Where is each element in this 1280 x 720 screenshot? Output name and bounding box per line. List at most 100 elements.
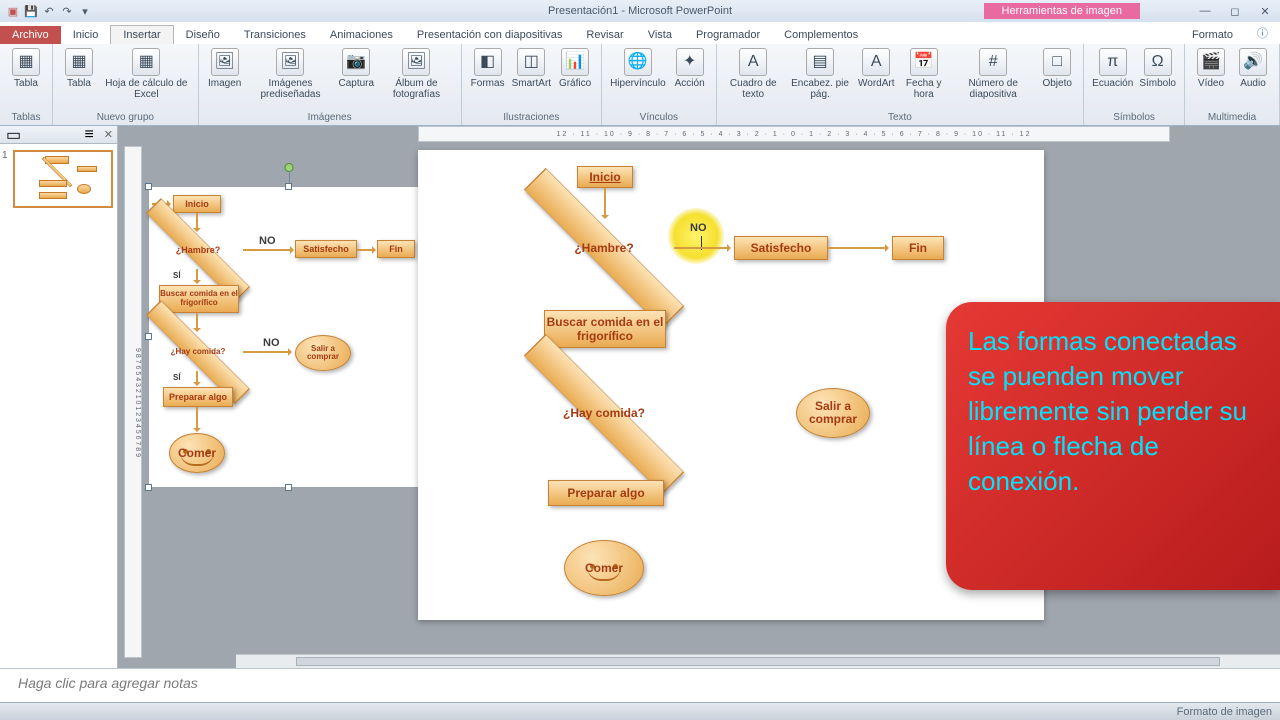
ribbon-button[interactable]: □Objeto [1037,46,1077,102]
ribbon-button[interactable]: 🔊Audio [1233,46,1273,91]
ribbon-button[interactable]: ◧Formas [468,46,508,91]
tab-programador[interactable]: Programador [684,26,772,44]
shape-satisfecho[interactable]: Satisfecho [734,236,828,260]
redo-icon[interactable]: ↷ [60,4,74,18]
ribbon-button[interactable]: 🖼Álbum de fotografías [378,46,454,102]
ribbon-button[interactable]: 🎬Vídeo [1191,46,1231,91]
ribbon-button-label: Formas [471,78,505,89]
ribbon-button-label: Imagen [208,78,241,89]
tab-revisar[interactable]: Revisar [574,26,635,44]
ribbon-group: πEcuaciónΩSímbolo Símbolos [1084,44,1185,125]
ribbon-group: 🎬Vídeo🔊AudioMultimedia [1185,44,1280,125]
save-icon[interactable]: 💾 [24,4,38,18]
ribbon-button[interactable]: ◫SmartArt [510,46,553,91]
label-no-sm: NO [259,235,276,247]
ribbon-icon: # [979,48,1007,76]
ribbon-button[interactable]: ✦Acción [670,46,710,91]
slides-tab-icon[interactable]: ▭ [0,125,27,145]
ribbon-group-label: Símbolos [1113,112,1155,125]
ribbon-button-label: Captura [339,78,375,89]
ribbon-icon: 🎬 [1197,48,1225,76]
shape-buscar-sm[interactable]: Buscar comida en el frigorífico [159,285,239,313]
maximize-button[interactable]: ◻ [1224,5,1246,18]
ribbon-icon: 🔊 [1239,48,1267,76]
ribbon-button[interactable]: 📅Fecha y hora [898,46,949,102]
powerpoint-icon: ▣ [6,4,20,18]
ribbon-group-label: Tablas [12,112,41,125]
ribbon-button[interactable]: ▤Encabez. pie pág. [786,46,854,102]
shape-inicio[interactable]: Inicio [577,166,633,188]
ribbon-button[interactable]: 🖼Imagen [205,46,245,102]
scrollbar-thumb[interactable] [296,657,1220,666]
shape-preparar-sm[interactable]: Preparar algo [163,387,233,407]
title-bar: ▣ 💾 ↶ ↷ ▾ Presentación1 - Microsoft Powe… [0,0,1280,22]
tab-transiciones[interactable]: Transiciones [232,26,318,44]
slide-thumbnail-1[interactable] [13,150,113,208]
ribbon-button[interactable]: ▦Tabla [59,46,99,102]
resize-handle-nw[interactable] [145,183,152,190]
ribbon-button[interactable]: 📊Gráfico [555,46,595,91]
ribbon-button[interactable]: ACuadro de texto [723,46,784,102]
ribbon-button[interactable]: 🌐Hipervínculo [608,46,668,91]
shape-hambre-sm[interactable]: ¿Hambre? [153,231,243,269]
tab-formato[interactable]: Formato [1180,26,1245,44]
close-panel-icon[interactable]: ✕ [100,128,117,141]
slide-number: 1 [0,144,10,214]
shape-fin-sm[interactable]: Fin [377,240,415,258]
tab-diseno[interactable]: Diseño [174,26,232,44]
shape-preparar[interactable]: Preparar algo [548,480,664,506]
ribbon-help-icon[interactable]: ⓘ [1245,22,1280,44]
selected-group-frame[interactable]: Inicio ¿Hambre? NO Satisfecho Fin SÍ Bus… [148,186,430,488]
ribbon-button[interactable]: ▦Hoja de cálculo de Excel [101,46,192,102]
ribbon-group: 🖼Imagen🖼Imágenes prediseñadas📷Captura🖼Ál… [199,44,462,125]
minimize-button[interactable]: — [1194,5,1216,18]
ribbon-group: ▦Tabla▦Hoja de cálculo de ExcelNuevo gru… [53,44,199,125]
shape-salir[interactable]: Salir a comprar [796,388,870,438]
tab-inicio[interactable]: Inicio [61,26,111,44]
notes-pane[interactable]: Haga clic para agregar notas [0,668,1280,702]
resize-handle-s[interactable] [285,484,292,491]
ribbon-button[interactable]: #Número de diapositiva [951,46,1035,102]
shape-hambre[interactable]: ¿Hambre? [534,220,674,276]
ribbon-icon: ▦ [12,48,40,76]
shape-hay-sm[interactable]: ¿Hay comida? [153,333,243,371]
ribbon-button-label: Gráfico [559,78,591,89]
ribbon-button-label: Encabez. pie pág. [788,78,852,100]
resize-handle-n[interactable] [285,183,292,190]
shape-comer[interactable]: Comer [564,540,644,596]
shape-buscar[interactable]: Buscar comida en el frigorífico [544,310,666,348]
ribbon-group: ACuadro de texto▤Encabez. pie pág.AWordA… [717,44,1085,125]
tab-animaciones[interactable]: Animaciones [318,26,405,44]
resize-handle-w[interactable] [145,333,152,340]
slide-thumbnails-panel: ▭ ≡ ✕ 1 [0,126,118,668]
qat-dropdown-icon[interactable]: ▾ [78,4,92,18]
shape-comer-sm[interactable]: Comer [169,433,225,473]
shape-salir-sm[interactable]: Salir a comprar [295,335,351,371]
shape-fin[interactable]: Fin [892,236,944,260]
tab-file[interactable]: Archivo [0,26,61,44]
ribbon-button[interactable]: ▦Tabla [6,46,46,91]
ribbon-button-label: Hoja de cálculo de Excel [103,78,190,100]
ribbon-button[interactable]: 📷Captura [336,46,376,102]
tab-insertar[interactable]: Insertar [110,25,173,44]
connector [357,249,375,251]
undo-icon[interactable]: ↶ [42,4,56,18]
tab-vista[interactable]: Vista [636,26,684,44]
tab-complementos[interactable]: Complementos [772,26,870,44]
resize-handle-sw[interactable] [145,484,152,491]
ribbon-button[interactable]: 🖼Imágenes prediseñadas [247,46,335,102]
connector [196,269,198,283]
close-button[interactable]: ✕ [1254,5,1276,18]
shape-hay[interactable]: ¿Hay comida? [534,386,674,442]
outline-tab-icon[interactable]: ≡ [78,126,99,144]
ribbon-button[interactable]: AWordArt [856,46,896,102]
connector [674,247,730,249]
ribbon-button-label: SmartArt [512,78,551,89]
horizontal-scrollbar[interactable] [236,654,1280,668]
ribbon-button[interactable]: ΩSímbolo [1137,46,1178,91]
ribbon: ▦TablaTablas▦Tabla▦Hoja de cálculo de Ex… [0,44,1280,126]
ribbon-button[interactable]: πEcuación [1090,46,1135,91]
tab-presentacion[interactable]: Presentación con diapositivas [405,26,575,44]
shape-satisfecho-sm[interactable]: Satisfecho [295,240,357,258]
shape-inicio-sm[interactable]: Inicio [173,195,221,213]
